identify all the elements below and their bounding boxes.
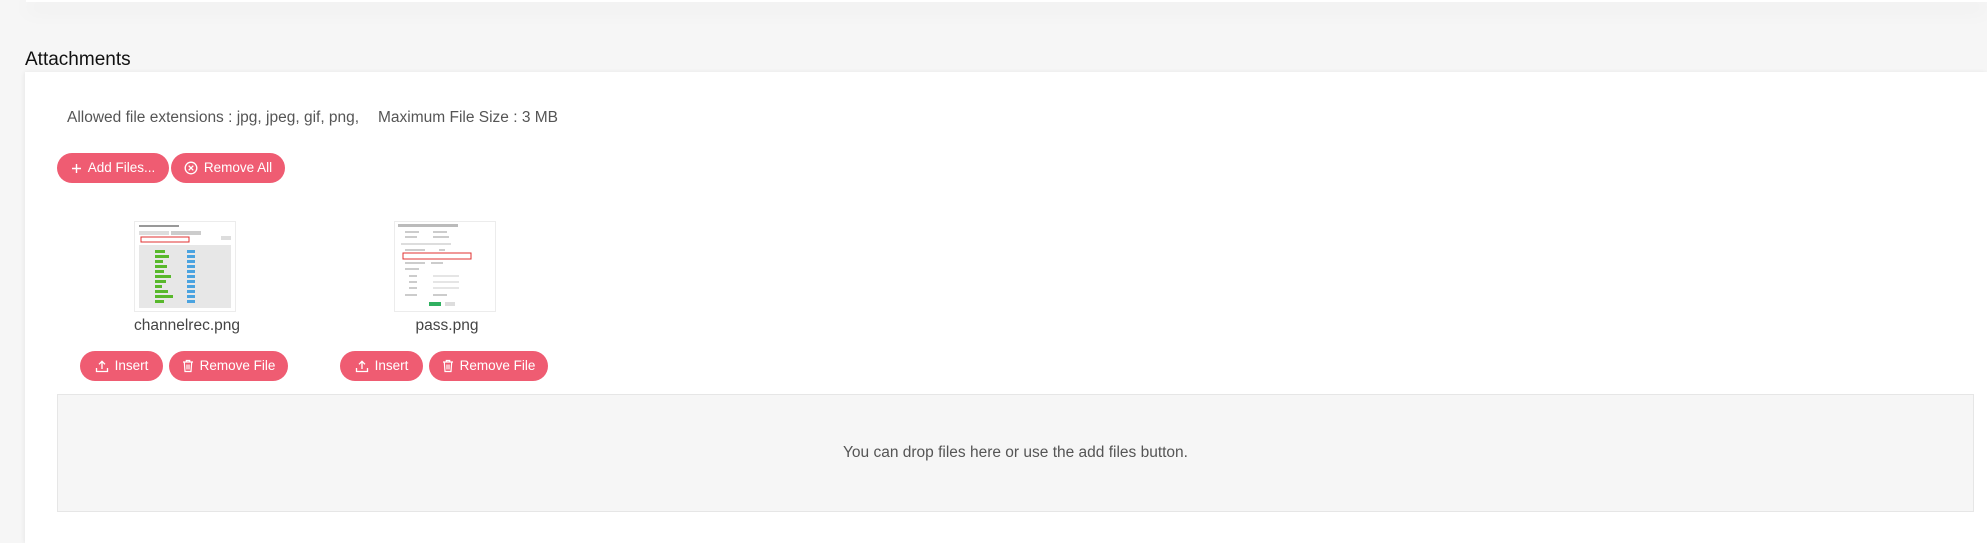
file-thumbnail[interactable] — [394, 221, 496, 312]
file-card: pass.png Insert Remove File — [317, 220, 587, 382]
attachments-panel: Allowed file extensions : jpg, jpeg, gif… — [25, 72, 1987, 543]
section-title: Attachments — [25, 49, 131, 70]
trash-icon — [442, 359, 454, 373]
remove-all-button[interactable]: Remove All — [171, 153, 285, 183]
trash-icon — [182, 359, 194, 373]
top-card — [26, 0, 1987, 2]
remove-file-label: Remove File — [459, 358, 536, 373]
file-name: channelrec.png — [134, 317, 240, 334]
insert-label: Insert — [114, 358, 149, 373]
plus-icon — [71, 163, 82, 174]
allowed-extensions-text: Allowed file extensions : jpg, jpeg, gif… — [67, 109, 360, 126]
remove-file-label: Remove File — [199, 358, 276, 373]
upload-icon — [355, 359, 369, 373]
file-thumbnail[interactable] — [134, 221, 236, 312]
drop-zone-text: You can drop files here or use the add f… — [843, 444, 1188, 461]
insert-button[interactable]: Insert — [80, 351, 163, 381]
circle-x-icon — [184, 161, 198, 175]
upload-icon — [95, 359, 109, 373]
remove-file-button[interactable]: Remove File — [429, 351, 548, 381]
insert-label: Insert — [374, 358, 409, 373]
remove-file-button[interactable]: Remove File — [169, 351, 288, 381]
drop-zone[interactable]: You can drop files here or use the add f… — [57, 394, 1974, 512]
insert-button[interactable]: Insert — [340, 351, 423, 381]
add-files-label: Add Files... — [87, 160, 156, 175]
file-name: pass.png — [415, 317, 479, 334]
file-card: channelrec.png Insert Remove File — [57, 220, 327, 382]
max-file-size-text: Maximum File Size : 3 MB — [378, 109, 559, 126]
remove-all-label: Remove All — [203, 160, 273, 175]
add-files-button[interactable]: Add Files... — [57, 153, 169, 183]
